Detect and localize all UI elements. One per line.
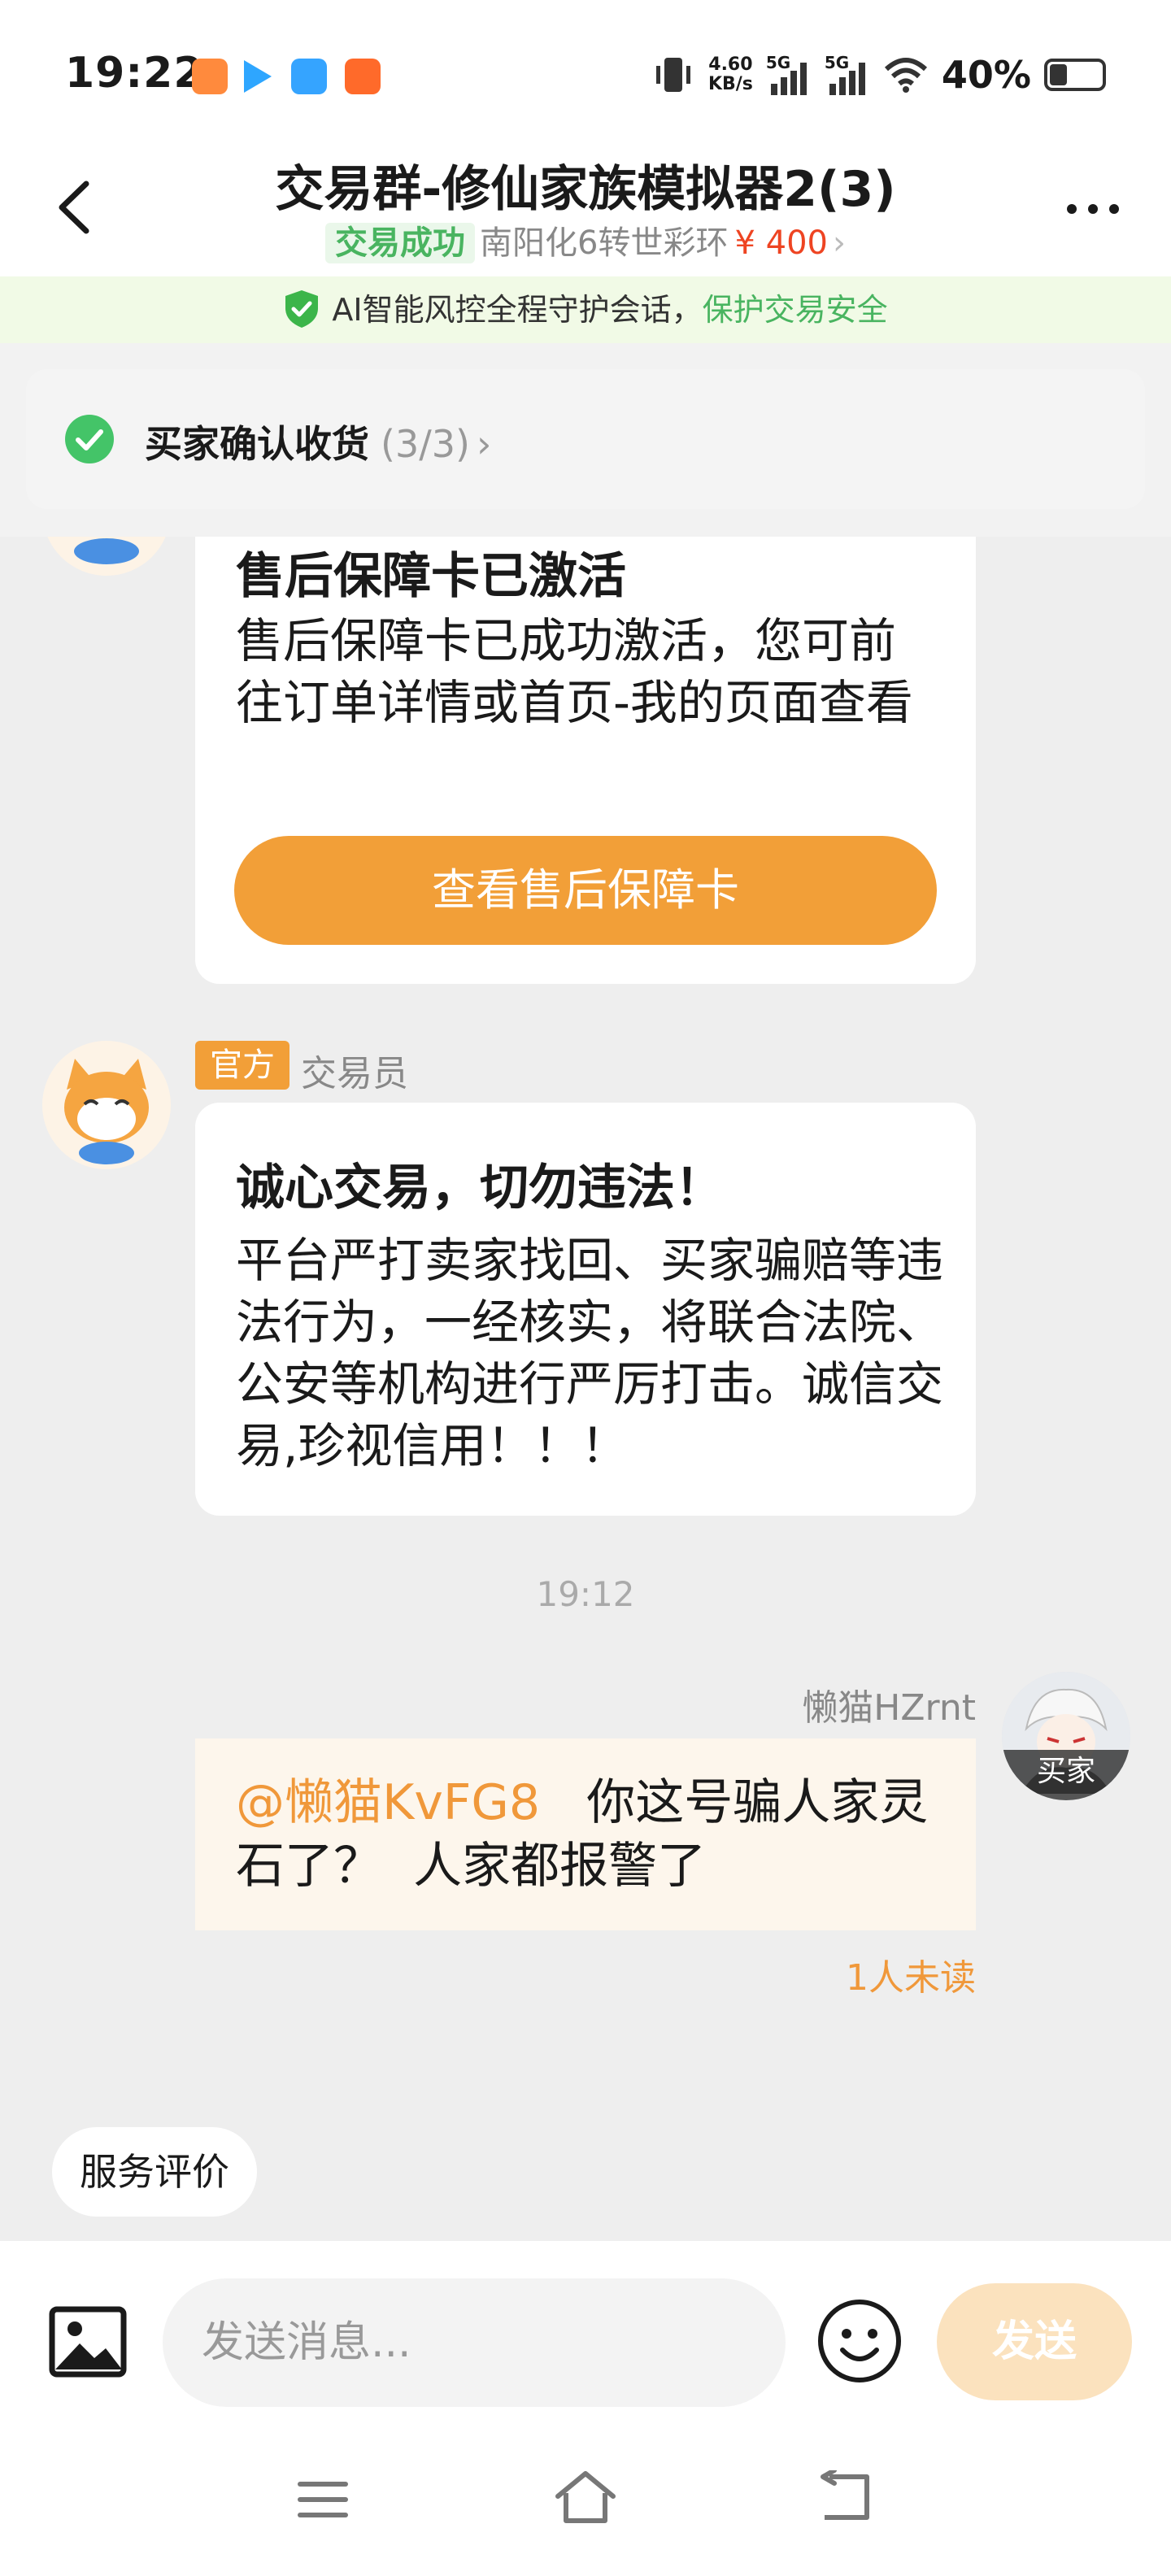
buyer-message-bubble: @懒猫KvFG8 你这号骗人家灵石了？ 人家都报警了: [195, 1738, 976, 1930]
time-divider: 19:12: [536, 1574, 635, 1614]
cat-mascot-icon: [47, 537, 166, 576]
signal-bars-icon: [829, 63, 865, 95]
chat-title: 交易群-修仙家族模拟器2(3): [275, 161, 896, 218]
image-picker-icon[interactable]: [47, 2301, 128, 2382]
trade-status-badge: 交易成功: [325, 223, 476, 263]
chat-message-list[interactable]: 售后保障卡已激活 售后保障卡已成功激活，您可前往订单详情或首页-我的页面查看 查…: [0, 537, 1171, 2241]
order-summary[interactable]: 交易成功 南阳化6转世彩环 ¥ 400 ›: [0, 216, 1171, 263]
buyer-message-text: @懒猫KvFG8 你这号骗人家灵石了？ 人家都报警了: [236, 1771, 951, 1898]
unread-count: 1人未读: [846, 1957, 976, 1999]
chevron-right-icon: ›: [476, 422, 492, 466]
ai-banner-text: AI智能风控全程守护会话，: [332, 292, 703, 328]
net-speed: 4.60 KB/s: [708, 55, 753, 94]
ai-banner-highlight: 保护交易安全: [702, 292, 888, 328]
signal-1: 5G: [766, 53, 812, 97]
after-sales-body: 售后保障卡已成功激活，您可前往订单详情或首页-我的页面查看: [236, 613, 913, 730]
after-sales-title: 售后保障卡已激活: [236, 548, 626, 605]
status-bar: 19:22 4.60 KB/s 5G 5G 40%: [0, 0, 1171, 146]
buyer-badge: 买家: [1002, 1750, 1130, 1794]
net-speed-unit: KB/s: [707, 74, 753, 94]
buyer-name: 懒猫HZrnt: [802, 1687, 976, 1729]
after-sales-card: 售后保障卡已激活 售后保障卡已成功激活，您可前往订单详情或首页-我的页面查看 查…: [195, 537, 976, 984]
message-input-bar: 发送: [0, 2241, 1171, 2576]
cat-mascot-icon: [42, 1041, 171, 1169]
agent-avatar: [42, 537, 171, 576]
nav-home-icon[interactable]: [553, 2469, 618, 2526]
vibrate-icon: [655, 58, 690, 92]
view-after-sales-card-button[interactable]: 查看售后保障卡: [234, 836, 937, 945]
mention-link[interactable]: @懒猫KvFG8: [236, 1774, 540, 1831]
battery-text: 40%: [941, 53, 1031, 97]
ai-security-banner: AI智能风控全程守护会话，保护交易安全: [0, 276, 1171, 343]
map-app-icon: [291, 59, 327, 94]
chat-header: 交易群-修仙家族模拟器2(3) 交易成功 南阳化6转世彩环 ¥ 400 ›: [0, 138, 1171, 276]
check-circle-icon: [65, 415, 114, 463]
confirm-receipt-text: 买家确认收货: [145, 422, 369, 466]
buyer-avatar[interactable]: 买家: [1002, 1672, 1130, 1800]
shield-check-icon: [285, 289, 319, 328]
official-message-title: 诚心交易，切勿违法！: [236, 1160, 724, 1216]
battery-icon: [1044, 59, 1106, 91]
send-button[interactable]: 发送: [937, 2283, 1132, 2400]
status-time: 19:22: [65, 49, 204, 98]
official-badge: 官方: [195, 1041, 289, 1090]
status-right: 4.60 KB/s 5G 5G 40%: [651, 50, 1106, 99]
signal-2: 5G: [825, 53, 870, 97]
message-input[interactable]: [163, 2278, 786, 2407]
order-item-name: 南阳化6转世彩环: [480, 224, 729, 262]
confirm-receipt-label: 买家确认收货 (3/3) ›: [145, 415, 491, 468]
play-app-icon: [244, 60, 272, 93]
shop-app-icon: [345, 59, 381, 94]
nav-menu-icon[interactable]: [294, 2477, 351, 2522]
agent-avatar: [42, 1041, 171, 1169]
chevron-right-icon: ›: [832, 224, 846, 262]
service-rating-button[interactable]: 服务评价: [52, 2127, 257, 2217]
receipt-confirmation-card[interactable]: 买家确认收货 (3/3) ›: [26, 369, 1145, 509]
signal-bars-icon: [770, 63, 807, 95]
official-message-bubble: 诚心交易，切勿违法！ 平台严打卖家找回、买家骗赔等违法行为，一经核实，将联合法院…: [195, 1103, 976, 1516]
net-speed-value: 4.60: [708, 54, 753, 75]
official-message-body: 平台严打卖家找回、买家骗赔等违法行为，一经核实，将联合法院、公安等机构进行严厉打…: [236, 1233, 944, 1473]
confirm-count: (3/3): [381, 422, 470, 466]
battery-fill: [1050, 64, 1068, 85]
video-app-icon: [192, 59, 228, 94]
emoji-icon[interactable]: [816, 2298, 903, 2384]
more-icon[interactable]: [1064, 197, 1122, 221]
wifi-icon: [884, 58, 927, 93]
sender-name: 交易员: [301, 1053, 408, 1094]
nav-back-icon[interactable]: [813, 2470, 878, 2524]
order-price: ¥ 400: [734, 224, 828, 262]
